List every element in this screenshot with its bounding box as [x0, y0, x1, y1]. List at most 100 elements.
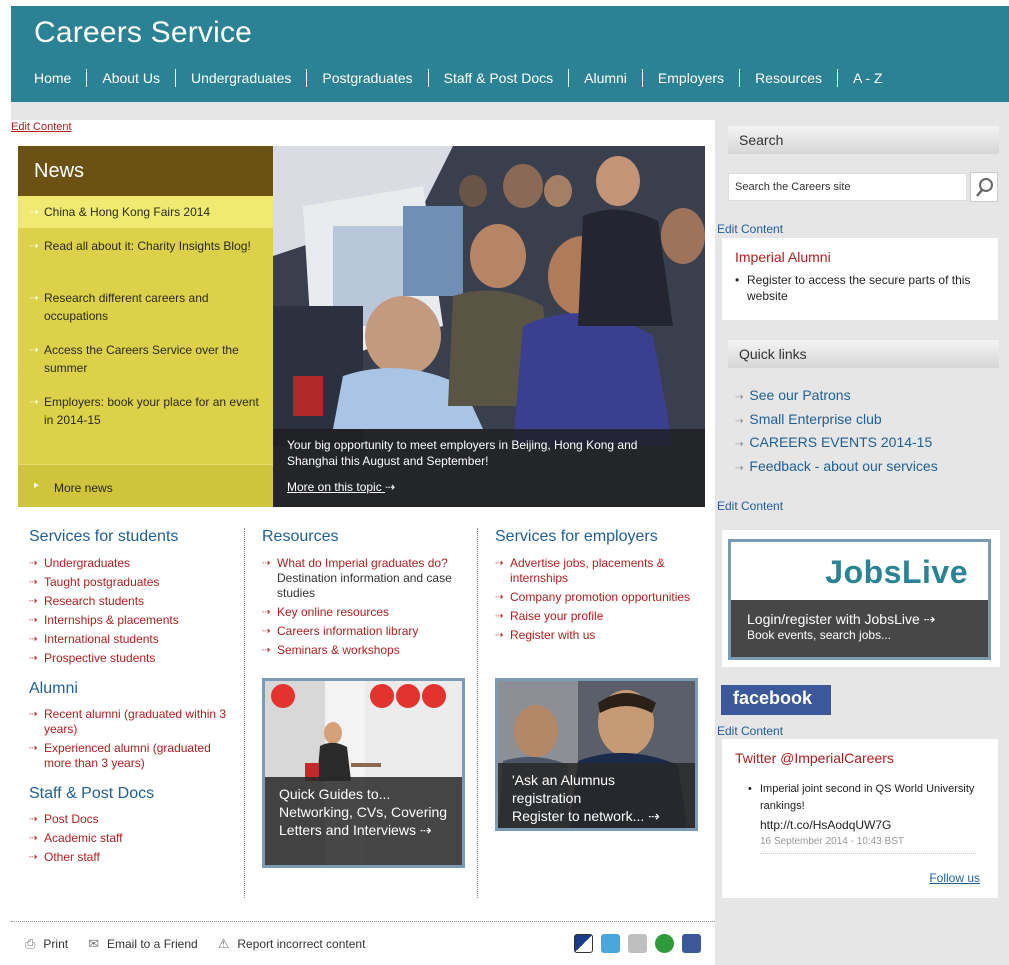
nav-home[interactable]: Home [34, 70, 71, 86]
search-icon [976, 178, 993, 197]
nav-a-z[interactable]: A - Z [853, 70, 883, 86]
edit-content-link[interactable]: Edit Content [717, 499, 783, 513]
link-undergraduates[interactable]: ⇢ Undergraduates [29, 556, 239, 571]
edit-content-link[interactable]: Edit Content [717, 222, 783, 236]
arrow-icon: ⇢ [29, 743, 38, 754]
ask-alumnus-promo[interactable]: 'Ask an Alumnus registration Register to… [495, 678, 698, 831]
quick-links-heading: Quick links [728, 340, 999, 368]
edit-content-link[interactable]: Edit Content [11, 121, 72, 133]
nav-separator [836, 69, 838, 87]
nav-resources[interactable]: Resources [755, 70, 822, 86]
link-advertise-jobs[interactable]: ⇢ Advertise jobs, placements & internship… [495, 556, 700, 586]
nav-about-us[interactable]: About Us [102, 70, 160, 86]
link-taught-postgraduates[interactable]: ⇢ Taught postgraduates [29, 575, 239, 590]
link-experienced-alumni[interactable]: ⇢ Experienced alumni (graduated more than… [29, 741, 239, 771]
nav-separator [427, 69, 429, 87]
nav-postgraduates[interactable]: Postgraduates [322, 70, 412, 86]
top-navigation: Home About Us Undergraduates Postgraduat… [34, 69, 883, 87]
nav-staff-post-docs[interactable]: Staff & Post Docs [444, 70, 553, 86]
nav-separator [174, 69, 176, 87]
more-news-link[interactable]: ▸ More news [18, 464, 273, 507]
search-button[interactable] [970, 172, 998, 202]
link-label: Research students [44, 594, 145, 608]
jobslive-login-link[interactable]: Login/register with JobsLive ⇢ [747, 611, 935, 627]
triangle-right-icon: ▸ [34, 480, 40, 491]
news-item-label: Research different careers and occupatio… [44, 291, 209, 323]
news-item-label: China & Hong Kong Fairs 2014 [44, 205, 211, 219]
link-key-online-resources[interactable]: ⇢ Key online resources [262, 605, 467, 620]
services-students-title: Services for students [29, 528, 179, 545]
report-content-button[interactable]: ⚠ Report incorrect content [218, 936, 366, 952]
alumni-item-label: Register to access the secure parts of t… [747, 273, 971, 303]
edit-content-link[interactable]: Edit Content [717, 724, 783, 738]
quick-guides-caption: Quick Guides to... Networking, CVs, Cove… [265, 777, 462, 865]
quick-link-small-enterprise[interactable]: ⇢ Small Enterprise club [735, 411, 882, 427]
quick-link-label: Small Enterprise club [749, 411, 882, 427]
link-recent-alumni[interactable]: ⇢ Recent alumni (graduated within 3 years… [29, 707, 239, 737]
email-friend-button[interactable]: ✉ Email to a Friend [88, 936, 198, 952]
link-careers-library[interactable]: ⇢ Careers information library [262, 624, 467, 639]
site-title[interactable]: Careers Service [34, 16, 252, 50]
link-imperial-graduates[interactable]: ⇢ What do Imperial graduates do? Destinati… [262, 556, 467, 601]
link-research-students[interactable]: ⇢ Research students [29, 594, 239, 609]
hero-image[interactable]: Your big opportunity to meet employers i… [273, 146, 705, 507]
print-button[interactable]: ⎙ Print [25, 936, 68, 952]
quick-guides-promo[interactable]: Quick Guides to... Networking, CVs, Cove… [262, 678, 465, 868]
news-item[interactable]: ⇢ Research different careers and occupat… [18, 289, 273, 325]
twitter-title[interactable]: Twitter @ImperialCareers [735, 750, 894, 766]
link-label: Undergraduates [44, 556, 131, 570]
news-item[interactable]: ⇢ Read all about it: Charity Insights Bl… [18, 237, 273, 255]
arrow-icon: ⇢ [495, 630, 504, 641]
news-item[interactable]: ⇢ Access the Careers Service over the su… [18, 341, 273, 377]
link-company-promotion[interactable]: ⇢ Company promotion opportunities [495, 590, 700, 605]
jobslive-banner[interactable]: JobsLive Login/register with JobsLive ⇢ … [728, 539, 991, 660]
arrow-icon: ⇢ [29, 634, 38, 645]
facebook-button[interactable]: facebook [721, 685, 831, 715]
quick-link-patrons[interactable]: ⇢ See our Patrons [735, 387, 851, 403]
tweet: • Imperial joint second in QS World Univ… [748, 781, 976, 854]
link-other-staff[interactable]: ⇢ Other staff [29, 850, 239, 865]
link-seminars-workshops[interactable]: ⇢ Seminars & workshops [262, 643, 467, 658]
more-news-label: More news [54, 481, 113, 495]
delicious-icon[interactable] [574, 934, 593, 953]
arrow-icon: ⇢ [735, 392, 744, 403]
link-label: Company promotion opportunities [510, 590, 691, 604]
quick-link-feedback[interactable]: ⇢ Feedback - about our services [735, 458, 938, 474]
news-item[interactable]: ⇢ Employers: book your place for an even… [18, 393, 273, 429]
tweet-link[interactable]: http://t.co/HsAodqUW7G [760, 815, 976, 835]
digg-icon[interactable] [628, 934, 647, 953]
tweet-timestamp: 16 September 2014 - 10:43 BST [760, 835, 976, 854]
nav-undergraduates[interactable]: Undergraduates [191, 70, 291, 86]
resources-title: Resources [262, 528, 339, 545]
tweet-text: Imperial joint second in QS World Univer… [760, 783, 975, 812]
link-raise-profile[interactable]: ⇢ Raise your profile [495, 609, 700, 624]
stumbleupon-icon[interactable] [655, 934, 674, 953]
link-post-docs[interactable]: ⇢ Post Docs [29, 812, 239, 827]
twitter-icon[interactable] [601, 934, 620, 953]
facebook-share-icon[interactable] [682, 934, 701, 953]
news-heading: News [18, 146, 273, 196]
jobslive-logo: JobsLive [825, 554, 968, 590]
services-employers-column: Services for employers ⇢ Advertise jobs, … [495, 528, 700, 647]
follow-us-link[interactable]: Follow us [929, 871, 980, 885]
quick-link-careers-events[interactable]: ⇢ CAREERS EVENTS 2014-15 [735, 434, 932, 450]
bullet-icon: • [748, 783, 752, 795]
print-label: Print [43, 936, 69, 951]
hero-caption: Your big opportunity to meet employers i… [273, 429, 705, 507]
link-register-with-us[interactable]: ⇢ Register with us [495, 628, 700, 643]
register-network-link[interactable]: Register to network... ⇢ [512, 807, 681, 825]
more-on-topic-link[interactable]: More on this topic ⇢ [287, 479, 395, 495]
link-internships[interactable]: ⇢ Internships & placements [29, 613, 239, 628]
link-prospective-students[interactable]: ⇢ Prospective students [29, 651, 239, 666]
nav-alumni[interactable]: Alumni [584, 70, 627, 86]
arrow-icon: ⇢ [29, 653, 38, 664]
news-item[interactable]: ⇢ China & Hong Kong Fairs 2014 [18, 196, 273, 228]
imperial-alumni-item[interactable]: • Register to access the secure parts of … [735, 272, 985, 304]
link-academic-staff[interactable]: ⇢ Academic staff [29, 831, 239, 846]
search-heading: Search [728, 126, 999, 154]
link-label: Key online resources [277, 605, 390, 619]
link-international-students[interactable]: ⇢ International students [29, 632, 239, 647]
search-input[interactable]: Search the Careers site [728, 173, 967, 201]
alumni-title: Alumni [29, 680, 78, 697]
nav-employers[interactable]: Employers [658, 70, 724, 86]
